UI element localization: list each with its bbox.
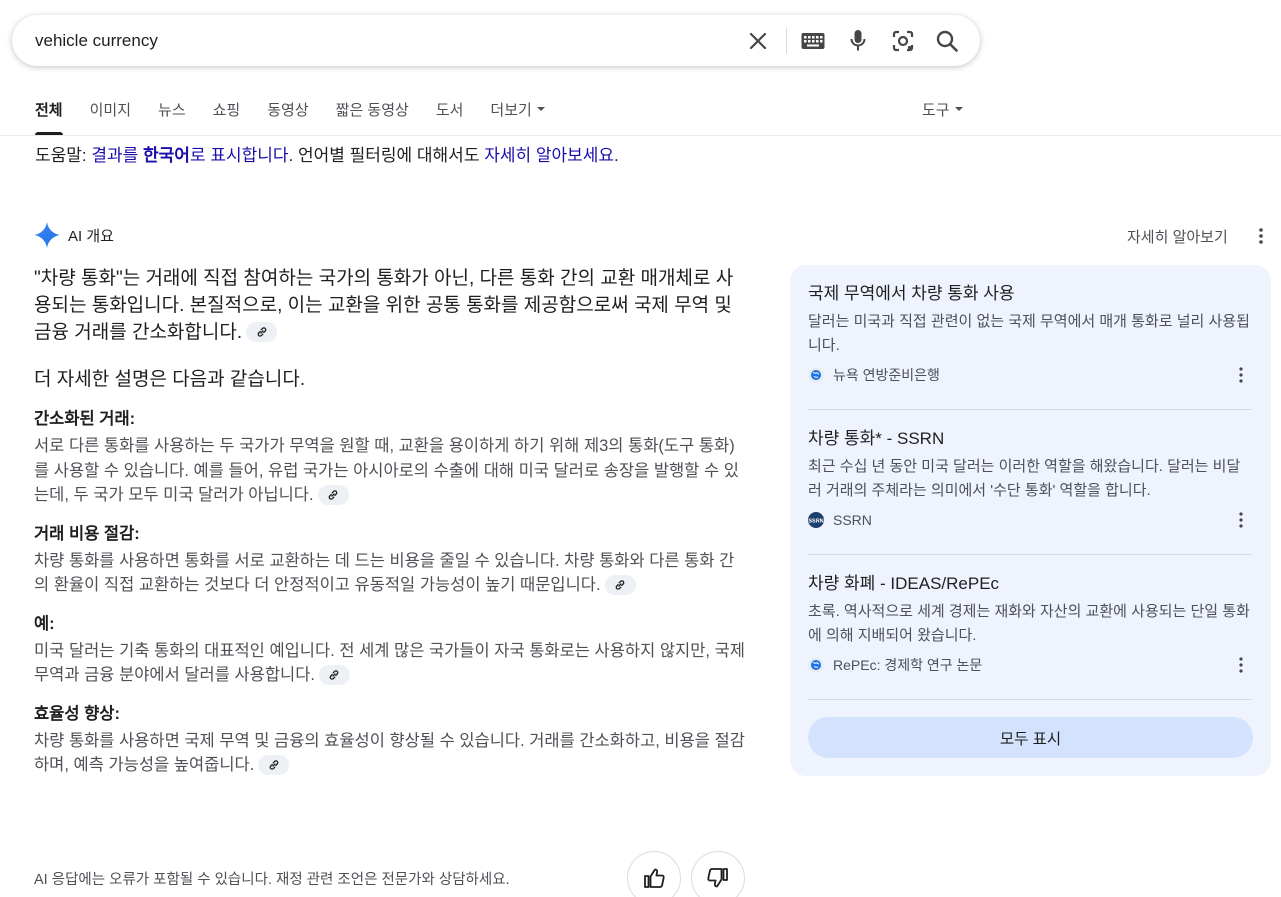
sources-panel: 국제 무역에서 차량 통화 사용 달러는 미국과 직접 관련이 없는 국제 무역… [790,265,1271,776]
search-input[interactable] [35,15,735,66]
chevron-down-icon [954,107,963,112]
point-title: 간소화된 거래: [34,410,136,428]
show-all-button[interactable]: 모두 표시 [808,717,1253,758]
ai-overview-header: AI 개요 [34,222,114,248]
chevron-down-icon [536,107,545,112]
thumbs-down-icon [707,868,728,888]
help-suffix: . [614,146,619,165]
close-icon[interactable] [745,28,771,54]
point-body: 차량 통화를 사용하면 국제 무역 및 금융의 효율성이 향상될 수 있습니다.… [34,729,749,778]
tab-short-videos[interactable]: 짧은 동영상 [336,100,409,135]
more-options-icon[interactable] [1234,655,1248,675]
point-body: 차량 통화를 사용하면 통화를 서로 교환하는 데 드는 비용을 줄일 수 있습… [34,549,749,598]
svg-text:SSRN: SSRN [808,519,823,525]
source-link-chip[interactable] [604,574,636,595]
point-body: 미국 달러는 기축 통화의 대표적인 예입니다. 전 세계 많은 국가들이 자국… [34,639,749,688]
ai-overview-label: AI 개요 [68,227,114,245]
point-text: 차량 통화를 사용하면 국제 무역 및 금융의 효율성이 향상될 수 있습니다.… [34,731,745,775]
language-help: 도움말: 결과를 한국어로 표시합니다. 언어별 필터링에 대해서도 자세히 알… [35,145,619,167]
source-site: RePEc: 경제학 연구 논문 [808,655,1252,675]
more-options-icon[interactable] [1253,226,1269,246]
source-title: 차량 통화* - SSRN [808,429,945,448]
source-link-chip[interactable] [317,484,349,505]
ai-overview-body: "차량 통화"는 거래에 직접 참여하는 국가의 통화가 아닌, 다른 통화 간… [34,265,749,778]
globe-icon [808,367,824,383]
tab-all[interactable]: 전체 [35,100,63,135]
globe-icon [808,657,824,673]
tools-label: 도구 [922,102,950,119]
learn-more-link[interactable]: 자세히 알아보세요 [484,146,614,165]
link-icon [330,669,339,680]
source-snippet: 최근 수십 년 동안 미국 달러는 이러한 역할을 해왔습니다. 달러는 비달러… [808,458,1241,499]
search-tabs: 전체 이미지 뉴스 쇼핑 동영상 짧은 동영상 도서 더보기 [35,100,572,135]
point-title: 효율성 향상: [34,704,120,723]
tab-more[interactable]: 더보기 [490,100,545,135]
source-site-name: 뉴욕 연방준비은행 [833,367,940,383]
keyboard-icon[interactable] [800,28,826,54]
point-title: 거래 비용 절감: [34,524,140,543]
ssrn-logo-icon: SSRN [808,512,824,528]
help-middle: . 언어별 필터링에 대해서도 [288,146,485,165]
source-link-chip[interactable] [318,664,350,685]
thumbs-down-button[interactable] [691,851,745,897]
source-snippet: 달러는 미국과 직접 관련이 없는 국제 무역에서 매개 통화로 널리 사용됩니… [808,313,1250,354]
search-divider [786,28,787,54]
source-title: 국제 무역에서 차량 통화 사용 [808,284,1015,303]
point-body: 서로 다른 통화를 사용하는 두 국가가 무역을 원할 때, 교환을 용이하게 … [34,434,749,508]
link-text: 로 표시합니다 [189,146,289,165]
mic-icon[interactable] [845,28,871,54]
tab-shopping[interactable]: 쇼핑 [213,100,241,135]
link-icon [257,327,266,337]
link-icon [615,579,625,590]
intro-text: "차량 통화"는 거래에 직접 참여하는 국가의 통화가 아닌, 다른 통화 간… [34,268,734,343]
source-site: SSRN SSRN [808,510,1252,530]
ai-intro-paragraph: "차량 통화"는 거래에 직접 참여하는 국가의 통화가 아닌, 다른 통화 간… [34,265,749,346]
source-card[interactable]: 차량 화폐 - IDEAS/RePEc 초록. 역사적으로 세계 경제는 재화와… [808,572,1252,675]
source-site-name: RePEc: 경제학 연구 논문 [833,657,983,673]
source-divider [808,554,1252,555]
tab-books[interactable]: 도서 [436,100,464,135]
source-title: 차량 화폐 - IDEAS/RePEc [808,574,1000,593]
point-title: 예: [34,614,55,633]
search-bar [12,15,980,66]
tab-images[interactable]: 이미지 [90,100,131,135]
point-text: 미국 달러는 기축 통화의 대표적인 예입니다. 전 세계 많은 국가들이 자국… [34,641,745,685]
search-icon[interactable] [934,28,960,54]
source-site-name: SSRN [833,512,872,528]
source-link-chip[interactable] [258,754,290,775]
link-icon [328,489,338,500]
help-prefix: 도움말: [35,146,92,165]
source-site: 뉴욕 연방준비은행 [808,365,1252,385]
thumbs-up-button[interactable] [627,851,681,897]
tools-button[interactable]: 도구 [922,100,963,122]
link-icon [269,759,279,770]
source-snippet: 초록. 역사적으로 세계 경제는 재화와 자산의 교환에 사용되는 단일 통화에… [808,603,1250,644]
source-divider [808,409,1252,410]
source-card[interactable]: 국제 무역에서 차량 통화 사용 달러는 미국과 직접 관련이 없는 국제 무역… [808,282,1252,385]
ai-sub-intro: 더 자세한 설명은 다음과 같습니다. [34,369,306,390]
tab-videos[interactable]: 동영상 [267,100,308,135]
source-divider [808,699,1252,700]
point-text: 서로 다른 통화를 사용하는 두 국가가 무역을 원할 때, 교환을 용이하게 … [34,437,739,504]
link-bold-text: 한국어 [143,146,190,165]
link-text: 결과를 [91,146,144,165]
tabs-divider [0,135,1281,136]
sparkle-icon [34,222,60,248]
tab-news[interactable]: 뉴스 [158,100,186,135]
tab-more-label: 더보기 [490,102,532,119]
more-options-icon[interactable] [1234,510,1248,530]
more-options-icon[interactable] [1234,365,1248,385]
thumbs-up-icon [644,868,665,888]
ai-disclaimer: AI 응답에는 오류가 포함될 수 있습니다. 재정 관련 조언은 전문가와 상… [34,872,510,888]
camera-lens-icon[interactable] [890,28,916,54]
korean-results-link[interactable]: 결과를 한국어로 표시합니다 [91,146,288,165]
source-card[interactable]: 차량 통화* - SSRN 최근 수십 년 동안 미국 달러는 이러한 역할을 … [808,427,1252,530]
source-link-chip[interactable] [246,321,278,342]
ai-learn-more-button[interactable]: 자세히 알아보기 [1127,226,1228,247]
